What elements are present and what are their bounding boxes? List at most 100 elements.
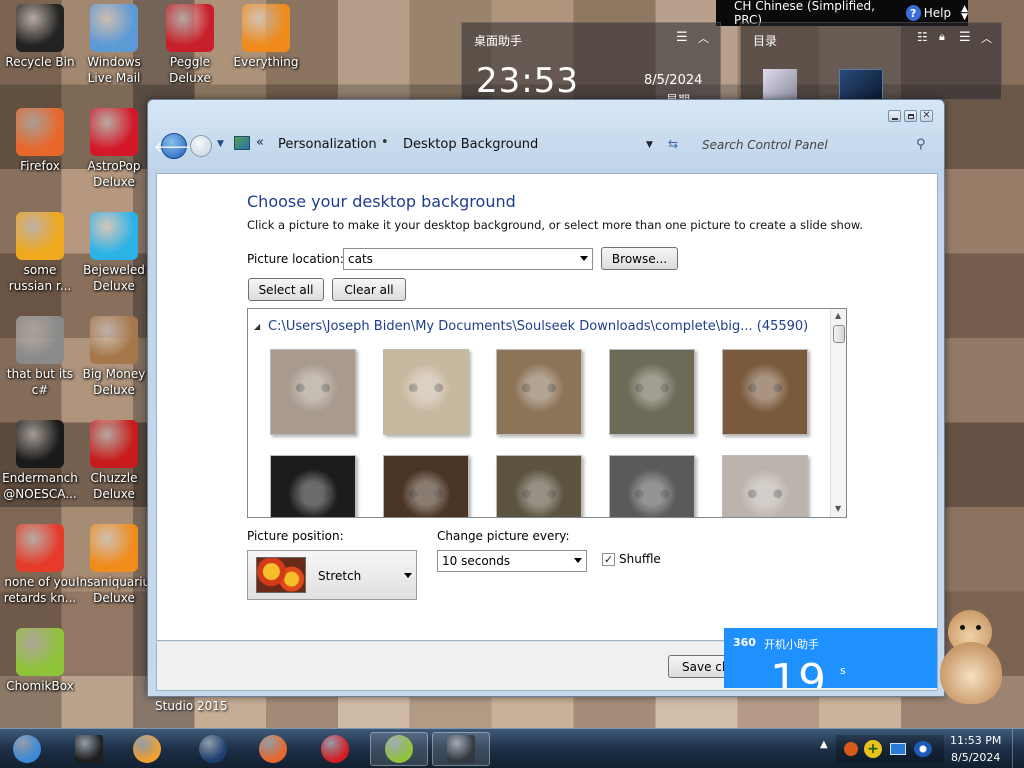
scroll-up-icon[interactable]: ▲ xyxy=(835,311,841,320)
stop-icon[interactable] xyxy=(844,742,858,756)
desktop-icon-search-magnifier[interactable]: Everything xyxy=(228,4,304,70)
scrollbar[interactable]: ▲ ▼ xyxy=(830,309,846,517)
thumbnail-cat-9[interactable] xyxy=(609,455,695,517)
desktop-icon-dino[interactable]: none of you retards kn... xyxy=(2,524,78,606)
taskbar-monitor[interactable] xyxy=(432,732,490,766)
thumbnail-cat-1[interactable] xyxy=(270,349,356,435)
back-button[interactable]: 🡐 xyxy=(154,133,194,159)
widget-menu-icon[interactable]: ☰ xyxy=(959,30,971,45)
desktop-background-window: ✕ 🡐 ▼ « Personalization • Desktop Backgr… xyxy=(147,99,945,697)
refresh-icon[interactable]: ⇆ xyxy=(668,137,678,151)
scrollbar-thumb[interactable] xyxy=(833,325,845,343)
desktop-icon-peggle[interactable]: Peggle Deluxe xyxy=(152,4,228,86)
search-input[interactable]: Search Control Panel xyxy=(702,138,828,152)
desktop-icon-mail[interactable]: Windows Live Mail xyxy=(76,4,152,86)
picture-location-select[interactable]: cats xyxy=(343,248,593,270)
desktop-icon-chuzzle[interactable]: Chuzzle Deluxe xyxy=(76,420,152,502)
browse-button[interactable]: Browse... xyxy=(601,247,678,270)
lock-icon[interactable]: 🔒︎ xyxy=(939,30,945,44)
taskbar-media-player[interactable] xyxy=(120,732,174,766)
recycle-bin-icon xyxy=(16,4,64,52)
desktop-icon-gem[interactable]: Bejeweled Deluxe xyxy=(76,212,152,294)
thumbnail-cat-4[interactable] xyxy=(609,349,695,435)
language-bar-menu-icon[interactable]: ▲ ▼ xyxy=(961,5,968,22)
chevron-down-icon xyxy=(580,256,588,261)
clock-widget[interactable]: 桌面助手 ☰ ︿ 23:53 8/5/2024 星期 xyxy=(461,22,721,107)
list-view-icon[interactable]: ☷ xyxy=(917,30,928,44)
desktop-icon-fish[interactable]: Insaniquarium Deluxe xyxy=(76,524,162,606)
recent-pages-chevron-icon[interactable]: ▼ xyxy=(217,139,224,149)
tray-time[interactable]: 11:53 PM xyxy=(950,734,1001,747)
taskbar-chomikbox-taskbar[interactable] xyxy=(370,732,428,766)
thumbnail-cat-5[interactable] xyxy=(722,349,808,435)
desktop-icon-recycle-bin[interactable]: Recycle Bin xyxy=(2,4,78,70)
desktop-icon-firefox[interactable]: Firefox xyxy=(2,108,78,174)
desktop-icon-label: Big Money Deluxe xyxy=(82,367,146,397)
collapse-group-icon[interactable]: ◢ xyxy=(254,322,260,331)
taskbar-firefox-taskbar[interactable] xyxy=(246,732,300,766)
scroll-down-icon[interactable]: ▼ xyxy=(835,504,841,513)
breadcrumb-personalization[interactable]: Personalization xyxy=(278,137,377,152)
network-icon[interactable] xyxy=(890,743,906,755)
show-desktop-button[interactable] xyxy=(1012,729,1024,768)
picture-position-label: Picture position: xyxy=(247,529,344,543)
desktop-icon-label: Endermanch @NOESCA... xyxy=(2,471,78,501)
help-label[interactable]: Help xyxy=(924,6,951,20)
shuffle-label[interactable]: Shuffle xyxy=(619,552,661,566)
360-popup[interactable]: 360 开机小助手 19 s xyxy=(724,628,937,688)
picture-position-select[interactable]: Stretch xyxy=(247,550,417,600)
monitor-shortcut-icon[interactable] xyxy=(839,69,883,101)
thumbnail-cat-7[interactable] xyxy=(383,455,469,517)
change-every-select[interactable]: 10 seconds xyxy=(437,550,587,572)
taskbar-start-orb[interactable] xyxy=(0,732,54,766)
address-bar[interactable]: « Personalization • Desktop Background xyxy=(232,132,692,158)
collapse-icon[interactable]: ︿ xyxy=(981,30,992,46)
taskbar-wps[interactable] xyxy=(308,732,362,766)
maximize-button[interactable] xyxy=(904,110,917,122)
taskbar-label: Studio 2015 xyxy=(155,699,228,713)
desktop-icon-hamster-box[interactable]: ChomikBox xyxy=(2,628,78,694)
globe-icon xyxy=(199,735,227,763)
desktop-icon-de[interactable]: some russian r... xyxy=(2,212,78,294)
folder-path-header[interactable]: C:\Users\Joseph Biden\My Documents\Souls… xyxy=(268,319,808,334)
widget-menu-icon[interactable]: ☰ xyxy=(676,30,688,45)
tray-date[interactable]: 8/5/2024 xyxy=(951,751,1000,764)
directory-widget-title: 目录 xyxy=(753,34,778,48)
desktop-icon-stack[interactable]: that but its c# xyxy=(2,316,78,398)
clock-widget-title: 桌面助手 xyxy=(474,34,523,48)
folder-shortcut-icon[interactable] xyxy=(763,69,797,101)
shuffle-checkbox[interactable]: ✓ xyxy=(602,553,615,566)
select-all-button[interactable]: Select all xyxy=(248,278,324,301)
breadcrumb-desktop-background[interactable]: Desktop Background xyxy=(403,137,538,152)
terminal-icon xyxy=(16,420,64,468)
desktop-icon-terminal[interactable]: Endermanch @NOESCA... xyxy=(2,420,78,502)
desktop-icon-label: Insaniquarium Deluxe xyxy=(76,575,162,605)
close-button[interactable]: ✕ xyxy=(920,110,933,122)
monitor-icon xyxy=(447,735,475,763)
thumbnail-cat-8[interactable] xyxy=(496,455,582,517)
breadcrumb-overflow-icon[interactable]: « xyxy=(256,135,264,150)
thumbnail-cat-10[interactable] xyxy=(722,455,808,517)
show-hidden-icons-icon[interactable]: ▲ xyxy=(820,739,828,750)
search-box[interactable]: Search Control Panel ⚲ xyxy=(694,134,936,158)
desktop-icon-money-bag[interactable]: Big Money Deluxe xyxy=(76,316,152,398)
hamster-mascot-icon[interactable] xyxy=(940,610,1006,706)
thumbnail-cat-2[interactable] xyxy=(383,349,469,435)
clear-all-button[interactable]: Clear all xyxy=(332,278,406,301)
help-icon[interactable]: ? xyxy=(905,5,921,21)
minimize-button[interactable] xyxy=(888,110,901,122)
firefox-taskbar-icon xyxy=(259,735,287,763)
address-dropdown-icon[interactable]: ▼ xyxy=(646,140,653,150)
directory-widget[interactable]: 目录 ☷ 🔒︎ ☰ ︿ xyxy=(740,22,1002,101)
thumbnail-cat-6[interactable] xyxy=(270,455,356,517)
search-icon[interactable]: ⚲ xyxy=(916,137,926,152)
picture-list[interactable]: ◢ C:\Users\Joseph Biden\My Documents\Sou… xyxy=(247,308,847,518)
collapse-icon[interactable]: ︿ xyxy=(698,30,709,46)
desktop-icon-astropop[interactable]: AstroPop Deluxe xyxy=(76,108,152,190)
plus-shield-icon[interactable]: + xyxy=(864,740,882,758)
taskbar-globe[interactable] xyxy=(186,732,240,766)
forward-button[interactable] xyxy=(190,135,212,157)
taskbar-dark-box[interactable] xyxy=(62,732,116,766)
volume-icon[interactable] xyxy=(914,741,932,757)
thumbnail-cat-3[interactable] xyxy=(496,349,582,435)
